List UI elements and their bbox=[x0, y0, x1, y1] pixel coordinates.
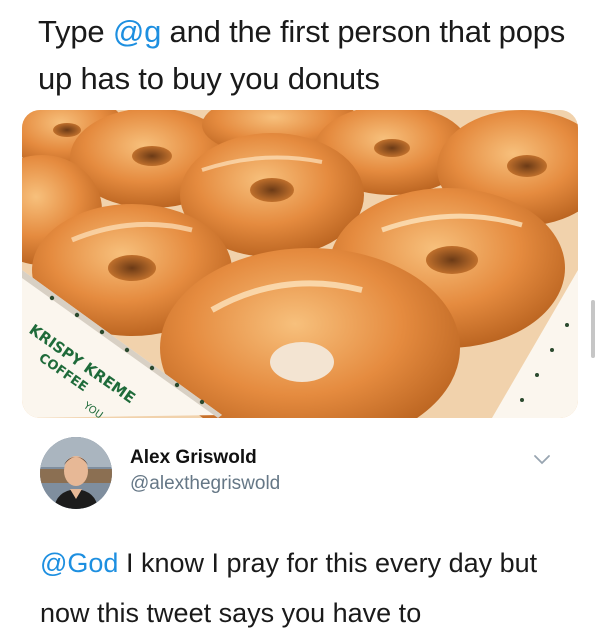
scrollbar[interactable] bbox=[591, 300, 595, 358]
display-name[interactable]: Alex Griswold bbox=[130, 447, 257, 469]
reply-mention-link[interactable]: @God bbox=[40, 548, 118, 578]
donut-photo[interactable]: KRISPY KREME COFFEE YOU bbox=[22, 110, 578, 418]
mention-link[interactable]: @g bbox=[113, 14, 162, 49]
user-handle[interactable]: @alexthegriswold bbox=[130, 473, 280, 495]
reply-text: @God I know I pray for this every day bu… bbox=[40, 538, 580, 638]
avatar[interactable] bbox=[40, 437, 112, 509]
avatar-image bbox=[40, 437, 112, 509]
tweet-text-prefix: Type bbox=[38, 14, 113, 49]
tweet-text: Type @g and the first person that pops u… bbox=[38, 8, 578, 102]
reply-tweet[interactable]: Alex Griswold @alexthegriswold @God I kn… bbox=[0, 425, 600, 635]
chevron-down-icon[interactable] bbox=[533, 453, 551, 467]
donut-illustration: KRISPY KREME COFFEE YOU bbox=[22, 110, 578, 418]
